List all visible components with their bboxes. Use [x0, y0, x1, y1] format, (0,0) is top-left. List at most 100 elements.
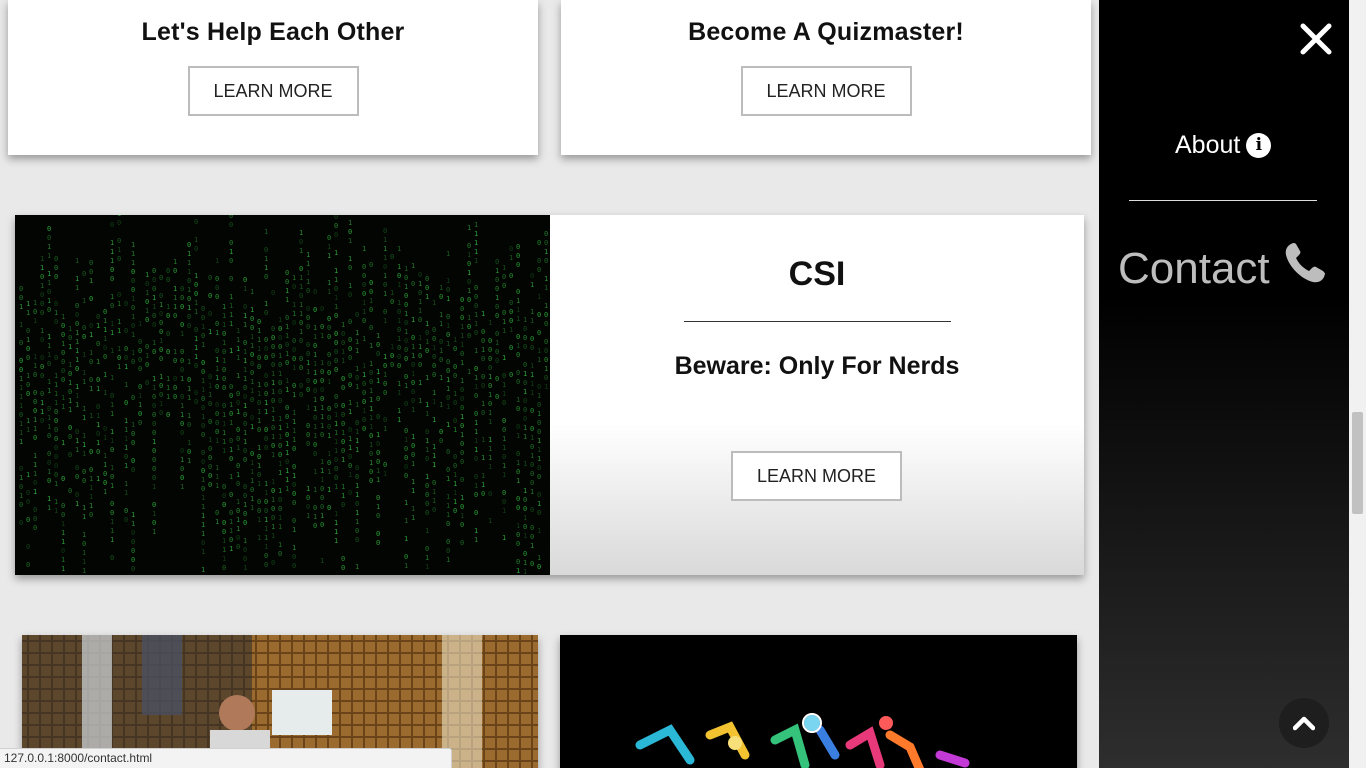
learn-more-button[interactable]: LEARN MORE	[731, 451, 902, 501]
matrix-glyph: 1	[96, 358, 100, 366]
matrix-glyph: 0	[369, 324, 373, 332]
matrix-glyph: 0	[348, 336, 352, 344]
matrix-glyph: 0	[292, 346, 296, 354]
matrix-glyph: 0	[341, 564, 345, 572]
matrix-glyph: 0	[19, 519, 23, 527]
matrix-glyph: 1	[537, 437, 541, 445]
matrix-glyph: 1	[138, 401, 142, 409]
matrix-glyph: 1	[474, 446, 478, 454]
matrix-glyph: 0	[187, 277, 191, 285]
matrix-glyph: 1	[523, 433, 527, 441]
matrix-glyph: 0	[201, 332, 205, 340]
matrix-glyph: 1	[236, 327, 240, 335]
matrix-glyph: 0	[152, 501, 156, 509]
close-icon[interactable]	[1299, 22, 1333, 56]
matrix-glyph: 0	[26, 516, 30, 524]
matrix-glyph: 1	[481, 481, 485, 489]
matrix-glyph: 1	[397, 416, 401, 424]
matrix-glyph: 0	[348, 462, 352, 470]
matrix-glyph: 1	[299, 247, 303, 255]
matrix-glyph: 1	[530, 371, 534, 379]
matrix-glyph: 1	[194, 308, 198, 316]
menu-item-about[interactable]: About i	[1175, 131, 1272, 160]
matrix-glyph: 1	[488, 454, 492, 462]
matrix-glyph: 0	[257, 453, 261, 461]
matrix-glyph: 0	[292, 283, 296, 291]
matrix-glyph: 1	[278, 370, 282, 378]
matrix-glyph: 0	[306, 422, 310, 430]
matrix-glyph: 0	[509, 299, 513, 307]
matrix-glyph: 0	[411, 379, 415, 387]
matrix-glyph: 1	[516, 396, 520, 404]
matrix-glyph: 0	[334, 348, 338, 356]
matrix-glyph: 1	[327, 432, 331, 440]
matrix-glyph: 0	[390, 361, 394, 369]
matrix-glyph: 0	[299, 382, 303, 390]
matrix-glyph: 1	[82, 405, 86, 413]
matrix-glyph: 1	[124, 417, 128, 425]
matrix-glyph: 1	[306, 404, 310, 412]
matrix-glyph: 1	[446, 403, 450, 411]
matrix-glyph: 0	[19, 465, 23, 473]
matrix-glyph: 1	[75, 383, 79, 391]
matrix-glyph: 1	[264, 228, 268, 236]
matrix-glyph: 1	[495, 267, 499, 275]
matrix-glyph: 0	[320, 485, 324, 493]
matrix-glyph: 0	[292, 517, 296, 525]
matrix-glyph: 0	[516, 243, 520, 251]
matrix-glyph: 0	[68, 370, 72, 378]
matrix-glyph: 1	[530, 434, 534, 442]
menu-item-contact[interactable]: Contact	[1118, 240, 1328, 297]
matrix-glyph: 1	[467, 269, 471, 277]
back-to-top-button[interactable]	[1279, 698, 1329, 748]
matrix-glyph: 1	[474, 230, 478, 238]
matrix-glyph: 1	[327, 279, 331, 287]
matrix-glyph: 0	[250, 324, 254, 332]
matrix-glyph: 0	[208, 373, 212, 381]
matrix-glyph: 0	[264, 390, 268, 398]
matrix-glyph: 1	[47, 414, 51, 422]
matrix-glyph: 0	[481, 373, 485, 381]
matrix-glyph: 1	[474, 221, 478, 229]
matrix-glyph: 1	[103, 452, 107, 460]
matrix-glyph: 1	[19, 438, 23, 446]
matrix-glyph: 0	[271, 352, 275, 360]
matrix-glyph: 1	[222, 303, 226, 311]
matrix-glyph: 1	[285, 440, 289, 448]
matrix-glyph: 1	[68, 397, 72, 405]
matrix-glyph: 0	[460, 296, 464, 304]
matrix-glyph: 1	[264, 525, 268, 533]
matrix-glyph: 0	[201, 368, 205, 376]
matrix-glyph: 0	[306, 323, 310, 331]
matrix-glyph: 0	[474, 455, 478, 463]
matrix-glyph: 0	[537, 473, 541, 481]
scrollbar-thumb[interactable]	[1352, 412, 1363, 514]
matrix-glyph: 0	[397, 344, 401, 352]
matrix-glyph: 1	[292, 364, 296, 372]
matrix-glyph: 0	[152, 267, 156, 275]
matrix-glyph: 1	[502, 264, 506, 272]
matrix-glyph: 0	[460, 503, 464, 511]
matrix-glyph: 0	[446, 367, 450, 375]
matrix-glyph: 1	[26, 309, 30, 317]
matrix-glyph: 0	[26, 489, 30, 497]
matrix-glyph: 0	[194, 215, 198, 217]
matrix-glyph: 0	[222, 501, 226, 509]
matrix-glyph: 1	[474, 536, 478, 544]
matrix-glyph: 0	[229, 410, 233, 418]
matrix-glyph: 1	[215, 374, 219, 382]
matrix-glyph: 0	[488, 400, 492, 408]
matrix-glyph: 0	[264, 561, 268, 569]
matrix-glyph: 1	[544, 302, 548, 310]
matrix-glyph: 1	[54, 381, 58, 389]
matrix-glyph: 1	[194, 272, 198, 280]
matrix-glyph: 0	[152, 474, 156, 482]
learn-more-button[interactable]: LEARN MORE	[740, 66, 912, 116]
matrix-glyph: 1	[257, 327, 261, 335]
matrix-glyph: 1	[257, 462, 261, 470]
matrix-glyph: 1	[502, 534, 506, 542]
matrix-glyph: 0	[40, 363, 44, 371]
learn-more-button[interactable]: LEARN MORE	[187, 66, 359, 116]
matrix-glyph: 0	[222, 366, 226, 374]
page-scrollbar[interactable]	[1349, 0, 1366, 768]
